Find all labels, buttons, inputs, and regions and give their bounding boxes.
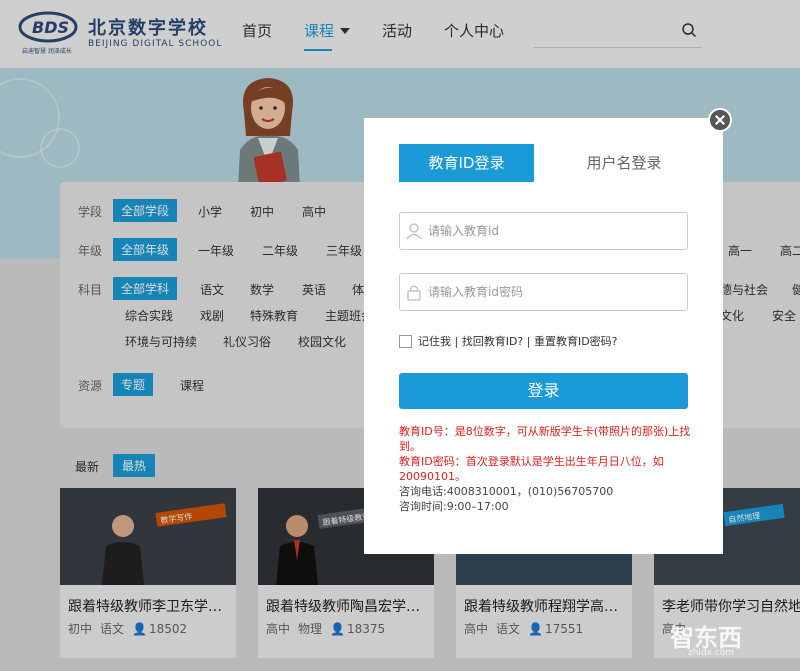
- remember-links[interactable]: 记住我 | 找回教育ID? | 重置教育ID密码?: [418, 335, 618, 348]
- edu-id-input[interactable]: [428, 214, 683, 248]
- watermark-subtext: zhidx.com: [688, 648, 735, 658]
- edu-id-note: 教育ID号：是8位数字，可从新版学生卡(带照片的那张)上找到。: [399, 425, 691, 453]
- lock-icon: [407, 285, 421, 301]
- password-field[interactable]: [399, 273, 688, 311]
- tab-edu-id-login[interactable]: 教育ID登录: [399, 144, 534, 182]
- edu-id-field[interactable]: [399, 212, 688, 250]
- login-notes: 教育ID号：是8位数字，可从新版学生卡(带照片的那张)上找到。 教育ID密码：首…: [399, 424, 694, 484]
- remember-row: 记住我 | 找回教育ID? | 重置教育ID密码?: [399, 333, 618, 349]
- contact-phone: 咨询电话:4008310001，(010)56705700: [399, 485, 614, 498]
- tab-username-login[interactable]: 用户名登录: [574, 144, 674, 182]
- remember-checkbox[interactable]: [399, 334, 412, 348]
- login-button[interactable]: 登录: [399, 373, 688, 409]
- password-input[interactable]: [428, 275, 683, 309]
- close-icon[interactable]: [708, 108, 732, 132]
- contact-info: 咨询电话:4008310001，(010)56705700 咨询时间:9:00–…: [399, 484, 694, 514]
- contact-hours: 咨询时间:9:00–17:00: [399, 500, 509, 513]
- password-note: 教育ID密码：首次登录默认是学生出生年月日八位，如20090101。: [399, 455, 664, 483]
- user-icon: [406, 223, 422, 240]
- login-modal: 教育ID登录 用户名登录 记住我 | 找回教育ID? | 重置教育ID密码? 登…: [364, 118, 723, 554]
